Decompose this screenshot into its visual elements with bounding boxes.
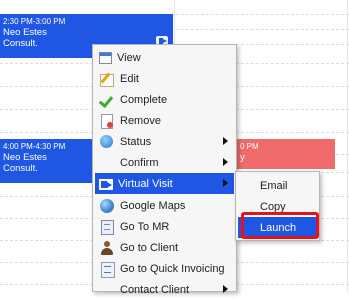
launch-highlight-callout [241,212,319,239]
person-icon [99,240,115,256]
status-globe-icon [99,134,115,150]
menu-item-go-to-mr[interactable]: Go To MR [95,216,234,237]
menu-item-label: Status [120,135,152,148]
menu-item-label: Virtual Visit [118,177,173,190]
menu-item-label: Google Maps [120,199,186,212]
menu-item-label: View [117,51,141,64]
menu-item-status[interactable]: Status [95,131,234,152]
invoice-icon [99,261,115,278]
grid-divider [347,0,348,292]
menu-item-label: Go to Quick Invoicing [120,262,225,275]
menu-item-label: Confirm [120,156,159,169]
menu-item-google-maps[interactable]: Google Maps [95,195,234,216]
video-camera-icon [99,179,113,190]
menu-item-go-to-client[interactable]: Go to Client [95,237,234,258]
menu-item-virtual-visit[interactable]: Virtual Visit [95,173,234,194]
menu-item-label: Edit [120,72,139,85]
menu-item-contact-client[interactable]: Contact Client [95,279,234,300]
globe-map-icon [99,198,115,214]
medical-record-icon [99,219,115,235]
submenu-arrow-icon [223,137,228,145]
submenu-item-label: Copy [260,200,286,213]
menu-item-go-to-quick-invoicing[interactable]: Go to Quick Invoicing [95,258,234,279]
edit-pencil-icon [99,71,115,87]
appointment-client-name: Neo Estes [3,27,47,38]
menu-item-label: Contact Client [120,283,190,296]
menu-item-edit[interactable]: Edit [95,68,234,89]
menu-item-label: Complete [120,93,168,106]
menu-item-view[interactable]: View [95,47,234,68]
menu-item-complete[interactable]: Complete [95,89,234,110]
appointment-time: 2:30 PM-3:00 PM [3,17,66,26]
context-menu: View Edit Complete Remove Status Confirm… [92,44,237,296]
blank-icon [99,155,115,171]
menu-item-remove[interactable]: Remove [95,110,234,131]
remove-document-icon [99,113,115,129]
menu-item-label: Remove [120,114,161,127]
submenu-item-label: Email [260,179,288,192]
menu-item-confirm[interactable]: Confirm [95,152,234,173]
submenu-arrow-icon [223,179,228,187]
blank-icon [99,282,115,298]
submenu-item-email[interactable]: Email [238,175,317,196]
submenu-arrow-icon [223,158,228,166]
menu-item-label: Go to Client [120,241,179,254]
calendar-view-icon [99,51,112,64]
checkmark-icon [99,92,115,108]
menu-item-label: Go To MR [120,220,170,233]
